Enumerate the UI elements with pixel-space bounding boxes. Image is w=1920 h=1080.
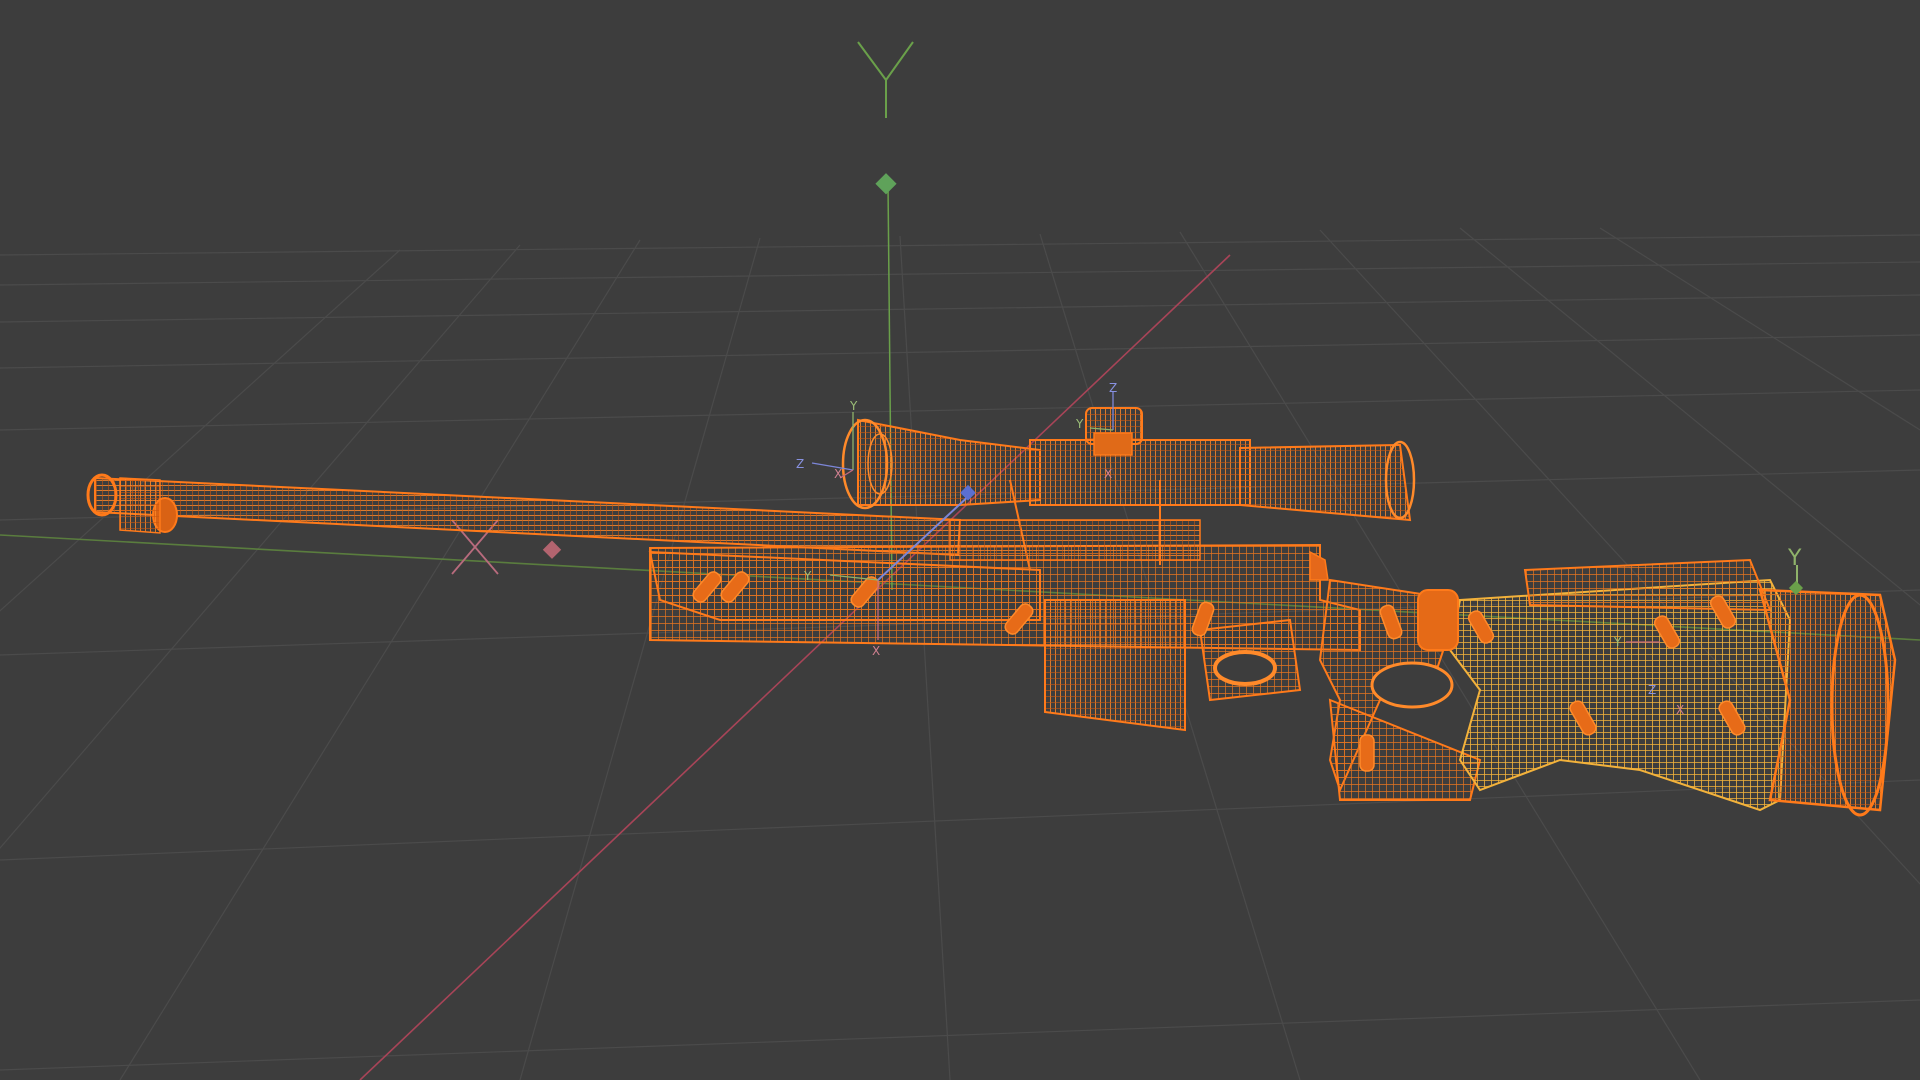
butt-origin-gizmo: Y: [1787, 546, 1804, 596]
butt-y-label: Y: [1787, 546, 1802, 571]
gizmo-y-handle[interactable]: [875, 173, 897, 195]
sling-mount[interactable]: [1417, 589, 1459, 651]
viewport-scene[interactable]: Y Z X Z Y X Y X Y X Z Y: [0, 0, 1920, 1080]
chassis-y-label: Y: [803, 569, 812, 583]
stock[interactable]: [1318, 558, 1897, 817]
turret-z-label: Z: [1109, 381, 1117, 395]
turret-x-label: X: [1104, 467, 1112, 481]
stock-x-label: X: [1676, 703, 1684, 717]
trigger-guard: [1213, 650, 1277, 686]
3d-viewport[interactable]: Y Z X Z Y X Y X Y X Z Y: [0, 0, 1920, 1080]
turret-y-label: Y: [1075, 417, 1084, 431]
gizmo-x-handle[interactable]: [542, 540, 562, 559]
scope-z-label: Z: [796, 457, 804, 471]
stock-y-label: Y: [1613, 635, 1622, 649]
scope-origin-gizmo: Y Z X: [796, 399, 858, 481]
chassis-x-label: X: [872, 644, 880, 658]
rifle-model[interactable]: [86, 407, 1897, 817]
scope-x-label: X: [834, 467, 842, 481]
scope-y-label: Y: [849, 399, 858, 413]
stock-selected-part[interactable]: [1448, 578, 1792, 812]
stock-z-label: Z: [1648, 683, 1656, 697]
barrel[interactable]: [86, 473, 962, 557]
thumbhole: [1370, 661, 1454, 709]
